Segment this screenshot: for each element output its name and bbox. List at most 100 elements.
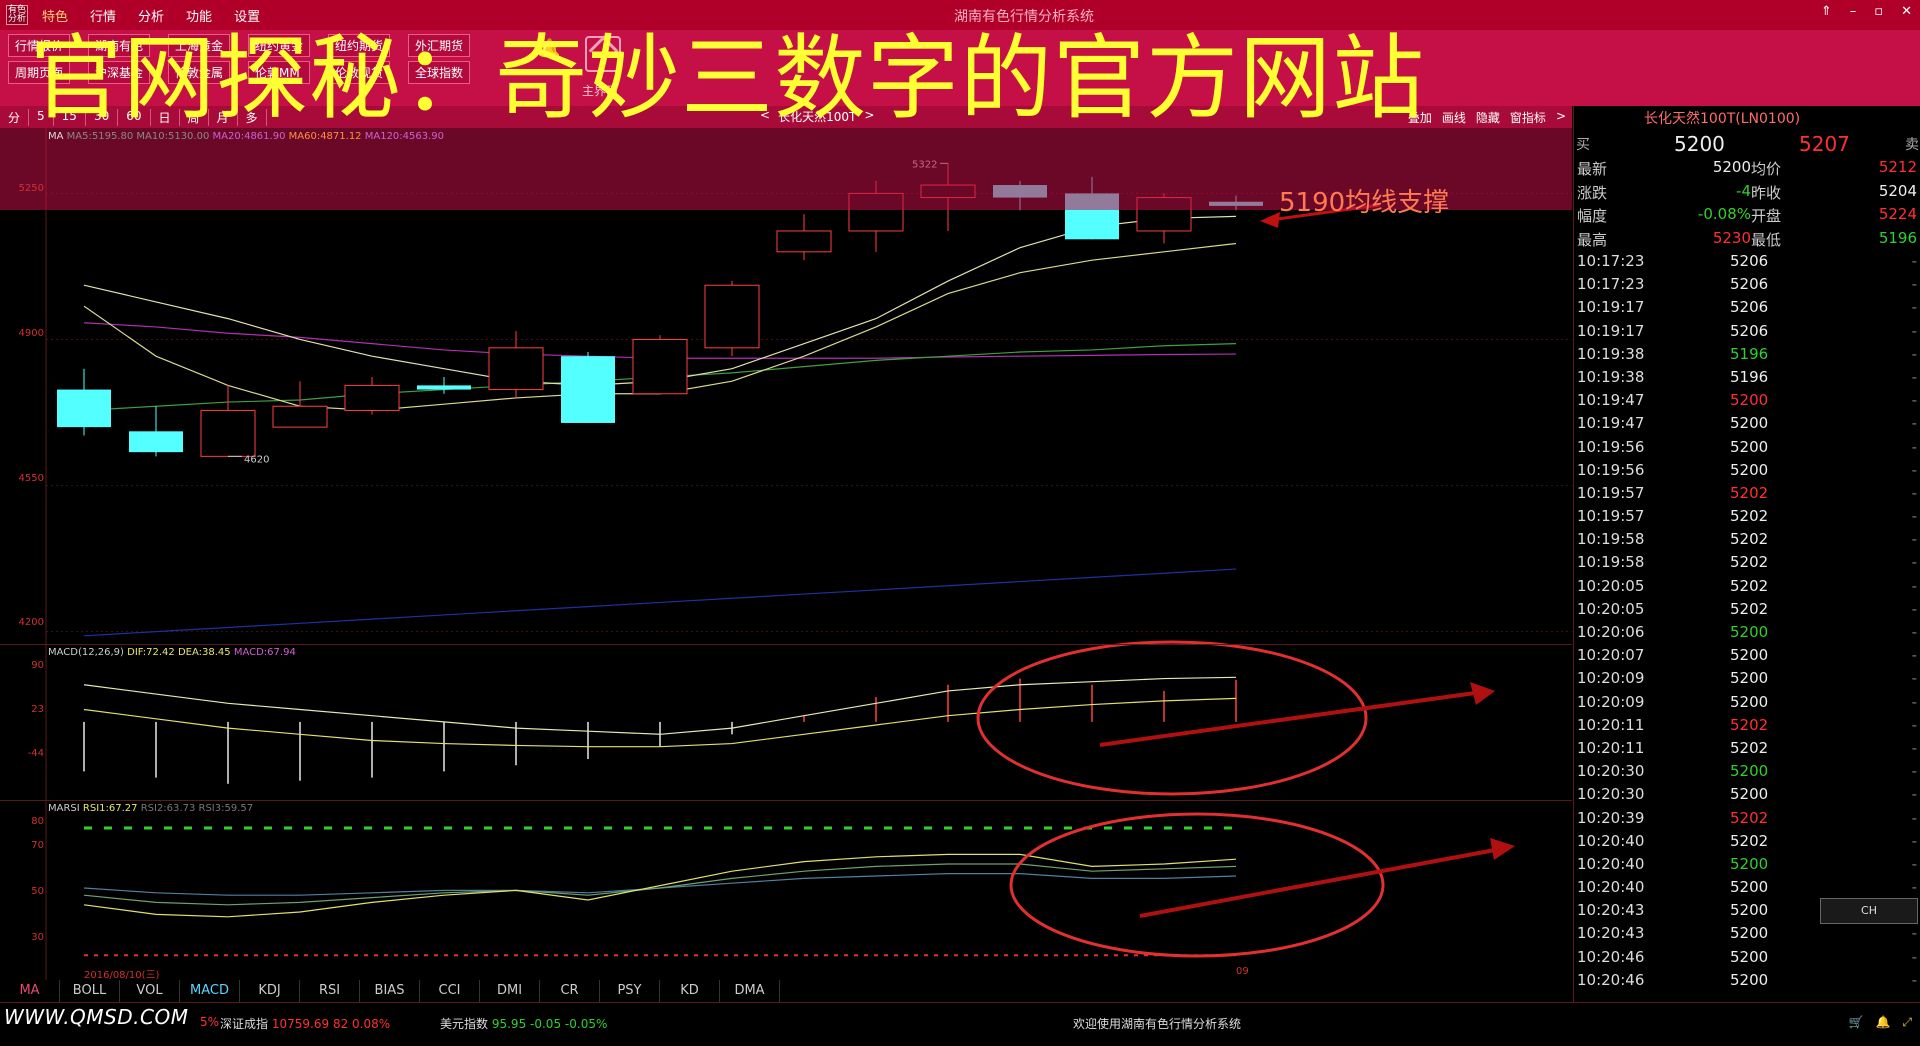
quote-row: 最高 5230 最低 5196 [1574, 229, 1920, 252]
quote-label: 最新 [1577, 160, 1608, 178]
date-end-label: 09 [1236, 966, 1249, 977]
tick-row: 10:19:47 5200 - [1574, 414, 1920, 437]
sz-pct: 0.08% [352, 1017, 391, 1031]
tick-price: 5200 [1730, 669, 1769, 688]
tick-time: 10:19:38 [1577, 344, 1645, 363]
tick-dash: - [1911, 391, 1917, 410]
tick-dash: - [1911, 692, 1917, 711]
close-icon[interactable]: ✕ [1901, 4, 1912, 19]
tick-row: 10:19:58 5202 - [1574, 553, 1920, 576]
indicator-tab[interactable]: DMA [720, 980, 780, 1002]
tick-time: 10:20:46 [1577, 970, 1645, 989]
rsi1-value: RSI1:67.27 [82, 803, 138, 814]
support-annotation: 5190均线支撑 [1279, 188, 1450, 218]
quote-label: 涨跌 [1577, 183, 1608, 202]
tick-dash: - [1911, 831, 1917, 850]
sz-change: 82 [332, 1017, 349, 1031]
tick-row: 10:20:40 5202 - [1574, 832, 1920, 855]
tick-list[interactable]: 10:17:23 5206-10:17:23 5206-10:19:17 5206-1… [1574, 252, 1920, 994]
tick-time: 10:20:06 [1577, 623, 1645, 641]
tick-price: 5206 [1730, 252, 1769, 270]
indicator-tab[interactable]: KD [660, 980, 720, 1002]
expand-icon[interactable]: ⤢ [1902, 1015, 1912, 1030]
tick-price: 5202 [1730, 576, 1769, 595]
macd-dea: DEA:38.45 [177, 647, 231, 658]
maximize-icon[interactable]: ▫ [1874, 4, 1883, 19]
tick-price: 5200 [1730, 924, 1769, 943]
panel-separator [0, 644, 1572, 645]
window-controls: ⇑ – ▫ ✕ [1821, 4, 1912, 19]
rsi2-value: RSI2:63.73 [140, 803, 196, 814]
tick-row: 10:19:17 5206 - [1574, 322, 1920, 345]
tick-dash: - [1911, 576, 1917, 595]
tick-dash: - [1911, 275, 1917, 294]
tick-dash: - [1911, 623, 1917, 641]
tick-price: 5200 [1730, 646, 1769, 665]
sh-index: 5% [200, 1015, 219, 1029]
tick-price: 5200 [1730, 901, 1769, 920]
indicator-tab[interactable]: BIAS [360, 980, 420, 1002]
tick-time: 10:19:57 [1577, 483, 1645, 502]
usd-label: 美元指数 [440, 1017, 489, 1031]
tick-time: 10:20:05 [1577, 599, 1645, 618]
minimize-icon[interactable]: – [1850, 4, 1857, 19]
rsi-axis-label: 70 [31, 840, 44, 851]
tick-time: 10:20:43 [1577, 924, 1645, 943]
restore-icon[interactable]: ⇑ [1821, 4, 1832, 19]
indicator-tab[interactable]: MA [0, 980, 60, 1002]
tick-row: 10:19:56 5200 - [1574, 438, 1920, 461]
tick-dash: - [1911, 344, 1917, 363]
quote-value: -0.08% [1697, 205, 1751, 223]
tick-dash: - [1911, 738, 1917, 757]
tick-row: 10:20:06 5200 - [1574, 623, 1920, 646]
tick-row: 10:20:07 5200 - [1574, 646, 1920, 669]
candle-body [561, 356, 615, 423]
indicator-tab[interactable]: PSY [600, 980, 660, 1002]
candle-body [704, 284, 760, 349]
quote-value: -4 [1736, 181, 1751, 200]
macd-panel-title: MACD(12,26,9) DIF:72.42 DEA:38.45 MACD:6… [48, 647, 296, 658]
tick-row: 10:20:46 5200 - [1574, 948, 1920, 971]
tick-price: 5200 [1730, 762, 1769, 781]
tick-row: 10:19:58 5202 - [1574, 530, 1920, 553]
bell-icon[interactable]: 🔔 [1875, 1015, 1890, 1030]
sz-index[interactable]: 深证成指 10759.69 82 0.08% [220, 1015, 390, 1032]
rsi2-line [83, 863, 1237, 906]
tick-price: 5202 [1730, 715, 1769, 734]
indicator-tab[interactable]: DMI [480, 980, 540, 1002]
indicator-tabs: MA BOLL VOL MACD KDJ RSI BIAS CCI DMI CR PSY KD DMA [0, 980, 1572, 1002]
tick-row: 10:20:39 5202 - [1574, 809, 1920, 832]
tick-dash: - [1911, 367, 1917, 386]
tick-dash: - [1911, 808, 1917, 827]
tick-price: 5200 [1730, 391, 1769, 410]
tick-time: 10:19:56 [1577, 437, 1645, 456]
usd-index[interactable]: 美元指数 95.95 -0.05 -0.05% [440, 1015, 607, 1032]
tick-dash: - [1911, 646, 1917, 665]
indicator-tab[interactable]: CCI [420, 980, 480, 1002]
tick-dash: - [1911, 947, 1917, 966]
price-axis-label: 4900 [18, 328, 44, 339]
tick-row: 10:19:57 5202 - [1574, 507, 1920, 530]
tick-dash: - [1911, 669, 1917, 688]
quote-label: 昨收 [1751, 183, 1782, 202]
support-arrowhead [1260, 212, 1280, 228]
candle-body [632, 338, 688, 395]
cart-icon[interactable]: 🛒 [1848, 1015, 1863, 1030]
quote-value: 5196 [1878, 228, 1917, 247]
indicator-tab[interactable]: VOL [120, 980, 180, 1002]
ime-indicator[interactable]: CH [1820, 898, 1918, 924]
macd-title: MACD(12,26,9) [48, 647, 124, 658]
candle-body [272, 405, 328, 428]
tick-dash: - [1911, 298, 1917, 317]
indicator-tab[interactable]: RSI [300, 980, 360, 1002]
rsi3-line [83, 872, 1237, 896]
tick-time: 10:19:57 [1577, 507, 1645, 526]
tick-price: 5202 [1730, 483, 1769, 502]
tick-dash: - [1911, 460, 1917, 479]
tick-row: 10:20:30 5200 - [1574, 785, 1920, 808]
indicator-tab[interactable]: BOLL [60, 980, 120, 1002]
indicator-tab[interactable]: MACD [180, 980, 240, 1002]
indicator-tab[interactable]: KDJ [240, 980, 300, 1002]
tick-time: 10:20:40 [1577, 878, 1645, 897]
indicator-tab[interactable]: CR [540, 980, 600, 1002]
